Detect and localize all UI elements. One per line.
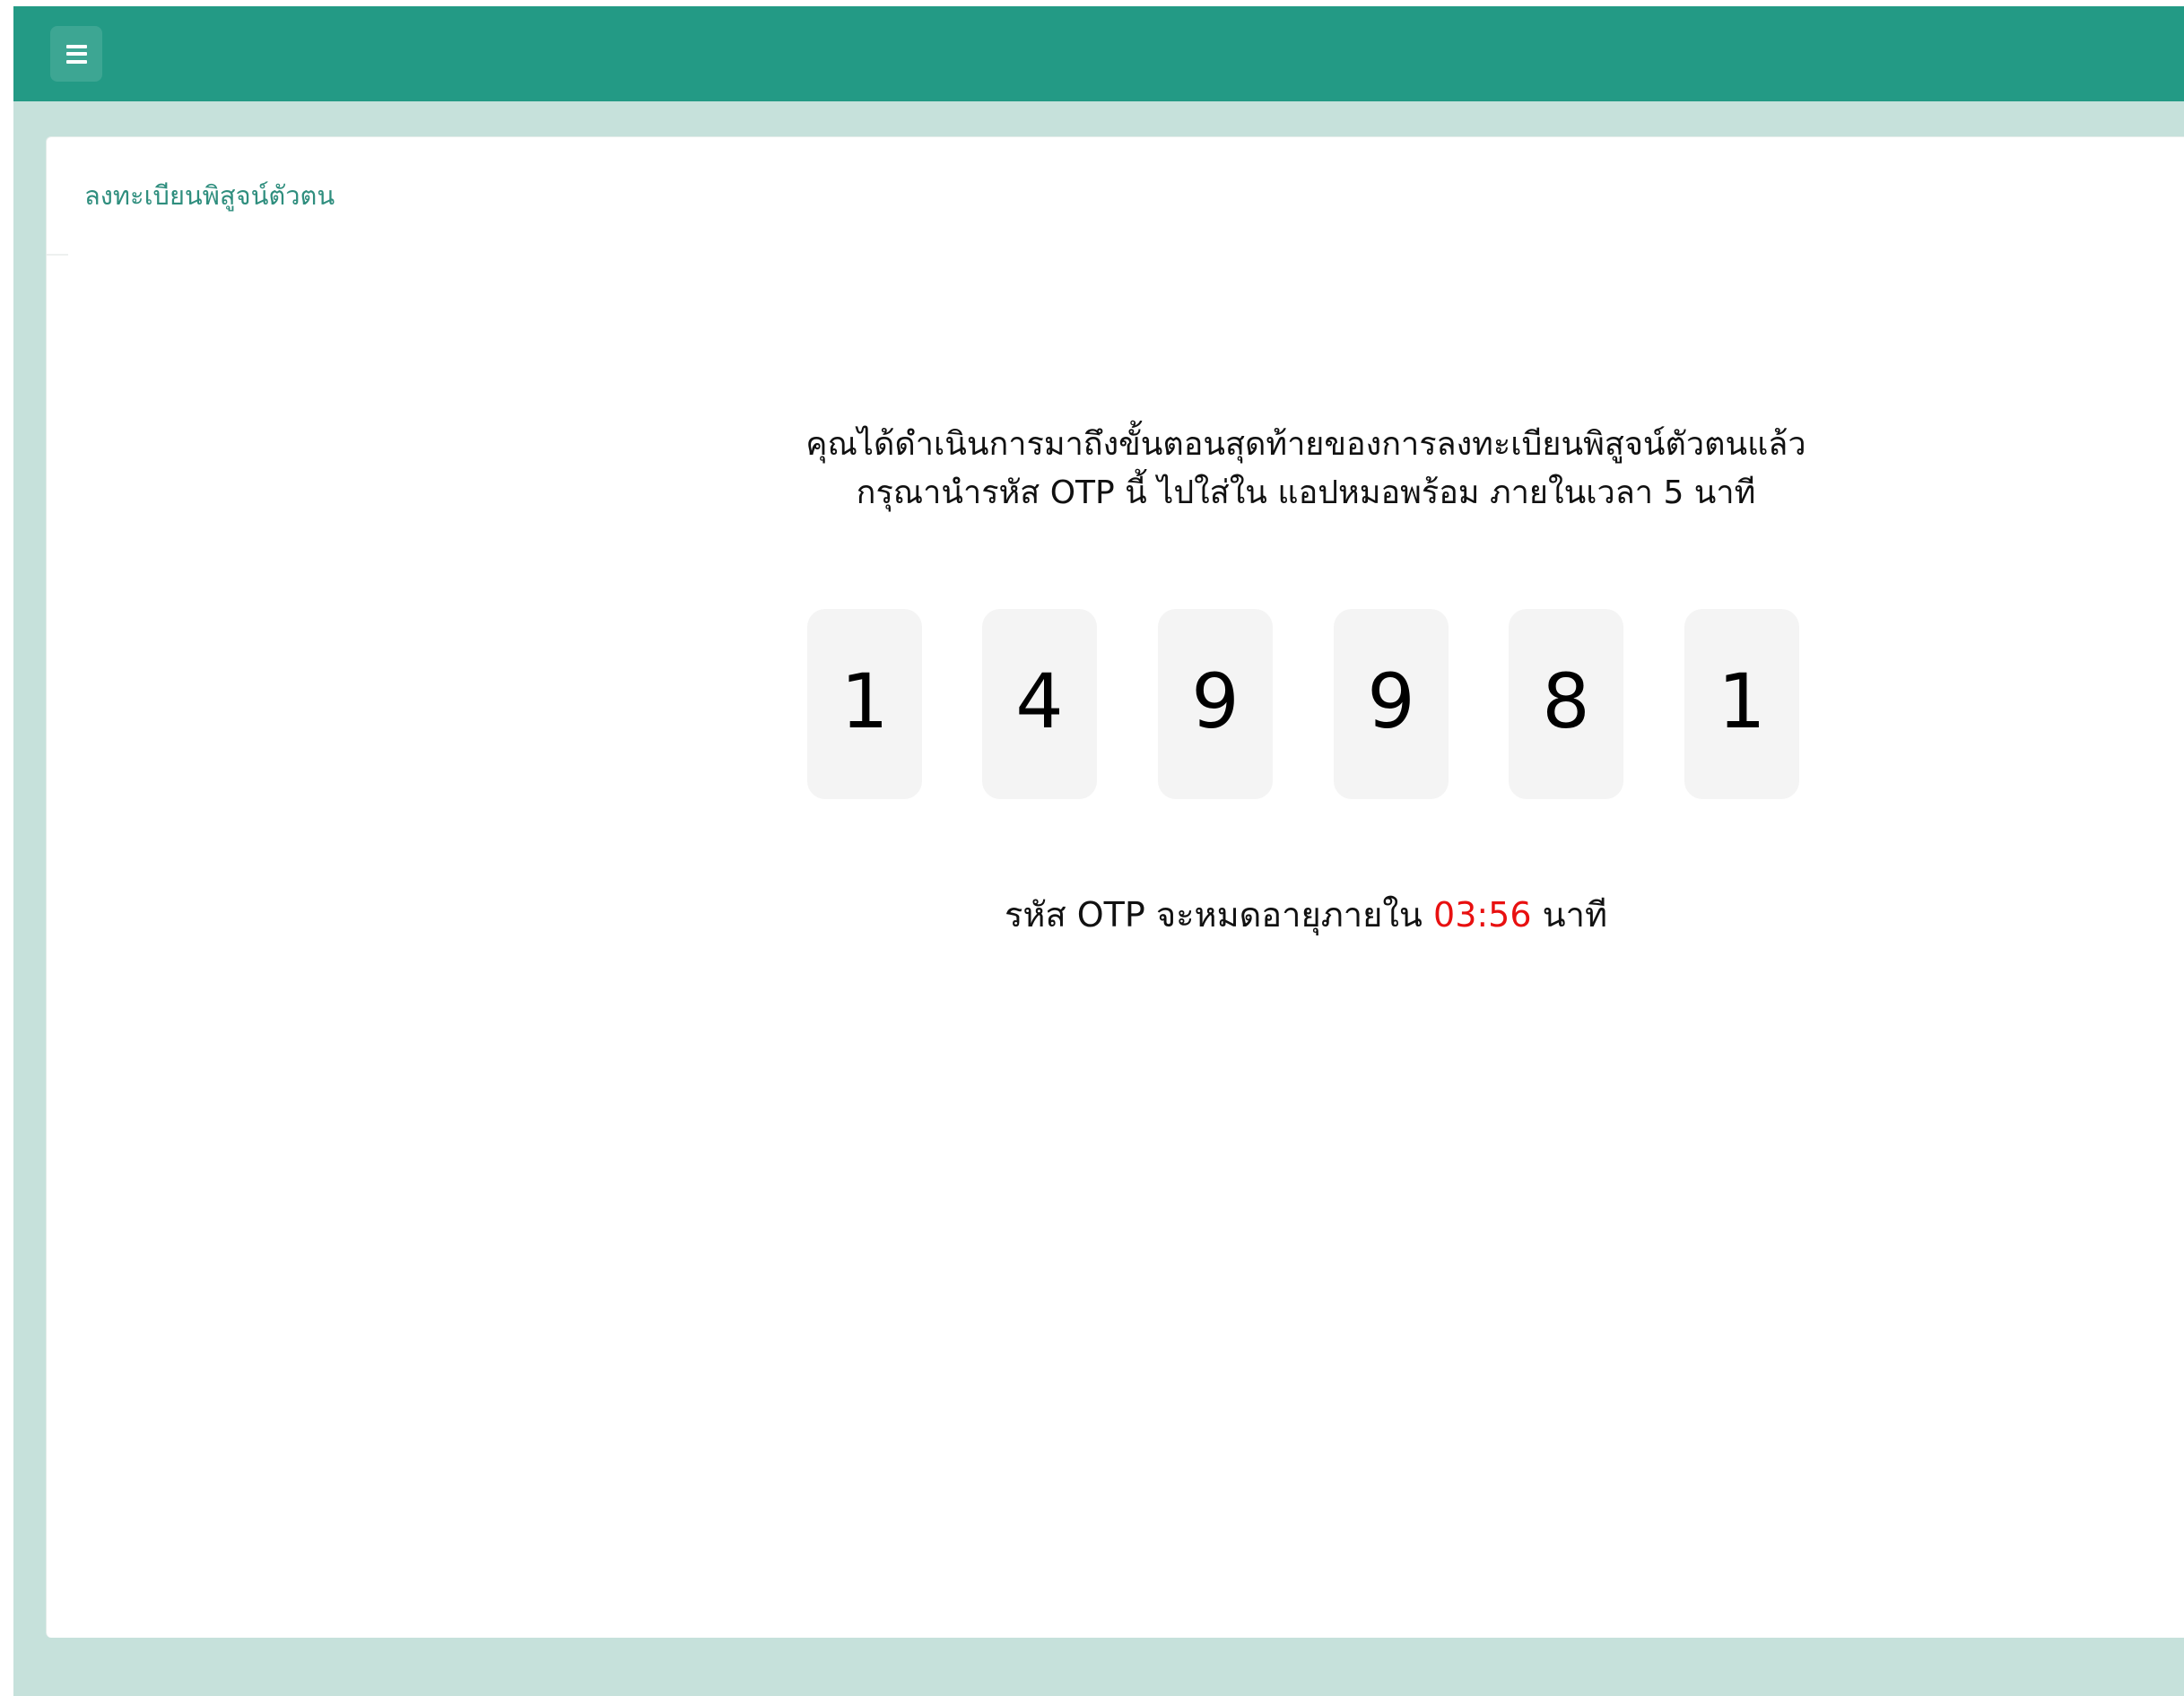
otp-digit: 1 — [840, 657, 889, 745]
otp-digit: 4 — [1015, 657, 1064, 745]
otp-expiry-text: รหัส OTP จะหมดอายุภายใน 03:56 นาที — [47, 887, 2184, 942]
otp-digit-box: 4 — [982, 609, 1097, 799]
instructions: คุณได้ดำเนินการมาถึงขั้นตอนสุดท้ายของการ… — [47, 421, 2184, 517]
top-navbar — [13, 6, 2184, 101]
hamburger-menu-icon — [65, 44, 87, 64]
expiry-prefix: รหัส OTP จะหมดอายุภายใน — [1005, 895, 1423, 935]
otp-digit: 9 — [1191, 657, 1240, 745]
otp-digit: 8 — [1542, 657, 1590, 745]
expiry-suffix: นาที — [1542, 895, 1607, 935]
card-header-divider — [47, 137, 68, 256]
content-card: ลงทะเบียนพิสูจน์ตัวตน คุณได้ดำเนินการมาถ… — [46, 136, 2184, 1638]
menu-button[interactable] — [50, 26, 102, 82]
app-frame: ลงทะเบียนพิสูจน์ตัวตน คุณได้ดำเนินการมาถ… — [13, 6, 2184, 1696]
otp-digit-box: 1 — [807, 609, 922, 799]
instruction-line-2: กรุณานำรหัส OTP นี้ ไปใส่ใน แอปหมอพร้อม … — [856, 474, 1756, 511]
instruction-line-1: คุณได้ดำเนินการมาถึงขั้นตอนสุดท้ายของการ… — [805, 426, 1806, 463]
otp-digit-box: 8 — [1509, 609, 1623, 799]
otp-code: 1 4 9 9 8 1 — [807, 609, 1832, 806]
otp-digit-box: 1 — [1684, 609, 1799, 799]
otp-digit: 9 — [1367, 657, 1415, 745]
page-title: ลงทะเบียนพิสูจน์ตัวตน — [84, 180, 335, 211]
otp-digit-box: 9 — [1158, 609, 1273, 799]
otp-digit: 1 — [1718, 657, 1766, 745]
countdown-timer: 03:56 — [1433, 895, 1532, 935]
otp-digit-box: 9 — [1334, 609, 1449, 799]
